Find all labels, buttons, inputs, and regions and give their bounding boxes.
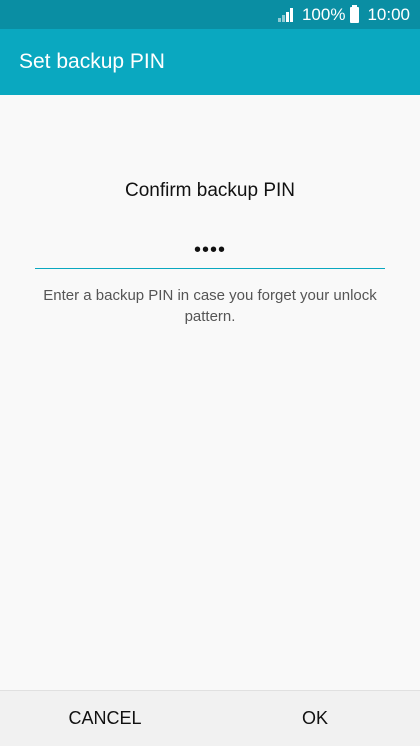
battery-icon bbox=[350, 4, 360, 23]
pin-input[interactable] bbox=[35, 233, 385, 269]
ok-button[interactable]: OK bbox=[210, 691, 420, 746]
page-title: Set backup PIN bbox=[19, 50, 165, 73]
app-bar: Set backup PIN bbox=[0, 29, 420, 95]
cancel-button[interactable]: CANCEL bbox=[0, 691, 210, 746]
battery-percent: 100% bbox=[301, 4, 346, 24]
confirm-heading: Confirm backup PIN bbox=[124, 180, 295, 201]
helper-text: Enter a backup PIN in case you forget yo… bbox=[43, 287, 377, 325]
bottom-action-bar: CANCEL OK bbox=[0, 690, 420, 746]
main-content: Confirm backup PIN Enter a backup PIN in… bbox=[0, 95, 420, 690]
status-bar: 100% 10:00 bbox=[0, 0, 420, 29]
signal-bars-icon bbox=[277, 7, 294, 22]
clock: 10:00 bbox=[367, 4, 410, 24]
